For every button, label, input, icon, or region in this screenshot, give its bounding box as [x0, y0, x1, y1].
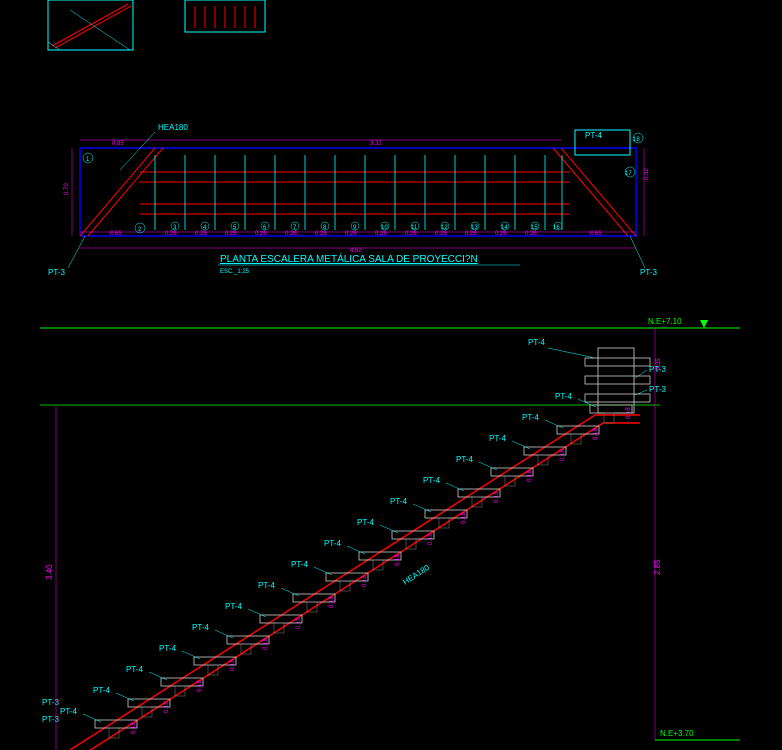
svg-text:11: 11: [411, 225, 418, 231]
svg-text:PT-4: PT-4: [555, 392, 572, 401]
svg-text:PT-4: PT-4: [60, 707, 77, 716]
svg-text:PT-4: PT-4: [225, 602, 242, 611]
svg-text:0.26: 0.26: [345, 231, 357, 237]
svg-text:PT-4: PT-4: [489, 434, 506, 443]
dim-left-h: 3.40: [45, 564, 54, 580]
svg-text:0.18: 0.18: [263, 638, 269, 650]
pt3-label-left: PT-3: [48, 268, 65, 277]
svg-text:0.18: 0.18: [197, 680, 203, 692]
svg-text:0.26: 0.26: [165, 231, 177, 237]
svg-text:0.18: 0.18: [527, 470, 533, 482]
stair-tread: PT-4 0.18: [60, 707, 137, 738]
side-dim-r: 0.65: [590, 231, 602, 237]
svg-text:0.26: 0.26: [495, 231, 507, 237]
dim-top-span: 3.32: [370, 141, 382, 147]
hea-label-elev: HEA180: [401, 563, 431, 587]
level-top: N.E+7.10: [648, 317, 682, 326]
top-detail-left: [48, 0, 133, 50]
svg-text:0.18: 0.18: [428, 533, 434, 545]
top-detail-right: [185, 0, 265, 32]
svg-text:PT-4: PT-4: [192, 623, 209, 632]
pt3-bot2: PT-3: [42, 715, 59, 724]
svg-text:18: 18: [633, 137, 640, 143]
stair-tread: PT-4 0.18: [93, 686, 170, 717]
svg-text:0.18: 0.18: [164, 701, 170, 713]
svg-text:0.18: 0.18: [461, 512, 467, 524]
svg-text:0.26: 0.26: [195, 231, 207, 237]
stair-tread: PT-4 0.18: [258, 581, 335, 612]
level-bottom: N.E+3.70: [660, 729, 694, 738]
dim-vert-left: 0.70: [64, 183, 70, 195]
svg-text:PT-4: PT-4: [423, 476, 440, 485]
svg-text:PT-4: PT-4: [456, 455, 473, 464]
pt3-top2: PT-3: [649, 385, 666, 394]
svg-text:PT-4: PT-4: [357, 518, 374, 527]
dim-top-gap: 0.35: [656, 358, 662, 370]
svg-text:0.26: 0.26: [225, 231, 237, 237]
svg-text:15: 15: [531, 225, 538, 231]
svg-text:0.18: 0.18: [560, 449, 566, 461]
plan-title: PLANTA ESCALERA METÁLICA SALA DE PROYECC…: [220, 252, 478, 265]
svg-text:10: 10: [381, 225, 388, 231]
svg-text:PT-4: PT-4: [126, 665, 143, 674]
svg-text:PT-4: PT-4: [159, 644, 176, 653]
pt3-label-right: PT-3: [640, 268, 657, 277]
svg-text:16: 16: [553, 225, 560, 231]
stair-tread: PT-4 0.18: [126, 665, 203, 696]
svg-text:PT-4: PT-4: [93, 686, 110, 695]
dim-right-h: 2.85: [653, 559, 662, 575]
svg-text:0.18: 0.18: [494, 491, 500, 503]
svg-text:12: 12: [441, 225, 448, 231]
svg-text:0.26: 0.26: [465, 231, 477, 237]
svg-text:0.26: 0.26: [525, 231, 537, 237]
stair-tread: PT-4 0.18: [423, 476, 500, 507]
stair-tread: PT-4 0.18: [489, 434, 566, 465]
plan-scale: ESC._1:25: [220, 269, 250, 275]
svg-text:0.18: 0.18: [395, 554, 401, 566]
pt3-bot: PT-3: [42, 698, 59, 707]
svg-text:PT-4: PT-4: [324, 539, 341, 548]
svg-text:0.18: 0.18: [230, 659, 236, 671]
stair-tread: PT-4 0.18: [192, 623, 269, 654]
stair-tread: PT-4 0.18: [324, 539, 401, 570]
svg-text:0.18: 0.18: [593, 428, 599, 440]
cad-drawing: 0.85 3.32 0.70 0.32 0.65 0.26 0.26 0.26 …: [0, 0, 782, 750]
svg-text:0.26: 0.26: [285, 231, 297, 237]
svg-text:14: 14: [501, 225, 508, 231]
plan-view: 0.85 3.32 0.70 0.32 0.65 0.26 0.26 0.26 …: [48, 123, 657, 277]
pt4-top: PT-4: [528, 338, 545, 347]
svg-text:0.18: 0.18: [329, 596, 335, 608]
dim-left-top: 0.85: [112, 141, 124, 147]
svg-text:PT-4: PT-4: [258, 581, 275, 590]
stair-tread: PT-4 0.18: [291, 560, 368, 591]
svg-text:0.26: 0.26: [255, 231, 267, 237]
stair-tread: PT-4 0.18: [456, 455, 533, 486]
elevation-view: N.E+7.10 N.E+3.70 HEA180 PT-4 PT-3 PT-3 …: [40, 317, 740, 750]
svg-text:0.26: 0.26: [375, 231, 387, 237]
svg-text:0.18: 0.18: [296, 617, 302, 629]
svg-text:PT-4: PT-4: [390, 497, 407, 506]
stair-tread: PT-4 0.18: [225, 602, 302, 633]
stair-tread: PT-4 0.18: [555, 392, 632, 423]
svg-text:0.18: 0.18: [362, 575, 368, 587]
svg-text:1: 1: [86, 157, 90, 163]
svg-text:13: 13: [471, 225, 478, 231]
pt4-label-plan: PT-4: [585, 131, 602, 140]
svg-text:0.26: 0.26: [405, 231, 417, 237]
stair-tread: PT-4 0.18: [522, 413, 599, 444]
svg-text:PT-4: PT-4: [291, 560, 308, 569]
hea-label: HEA180: [158, 123, 188, 132]
svg-text:17: 17: [625, 171, 632, 177]
dim-vert-right: 0.32: [644, 168, 650, 180]
svg-text:0.26: 0.26: [435, 231, 447, 237]
svg-text:0.18: 0.18: [131, 722, 137, 734]
svg-text:0.18: 0.18: [626, 407, 632, 419]
stair-tread: PT-4 0.18: [390, 497, 467, 528]
svg-text:PT-4: PT-4: [522, 413, 539, 422]
side-dim-l: 0.65: [110, 231, 122, 237]
stair-tread: PT-4 0.18: [159, 644, 236, 675]
svg-text:0.26: 0.26: [315, 231, 327, 237]
stair-tread: PT-4 0.18: [357, 518, 434, 549]
